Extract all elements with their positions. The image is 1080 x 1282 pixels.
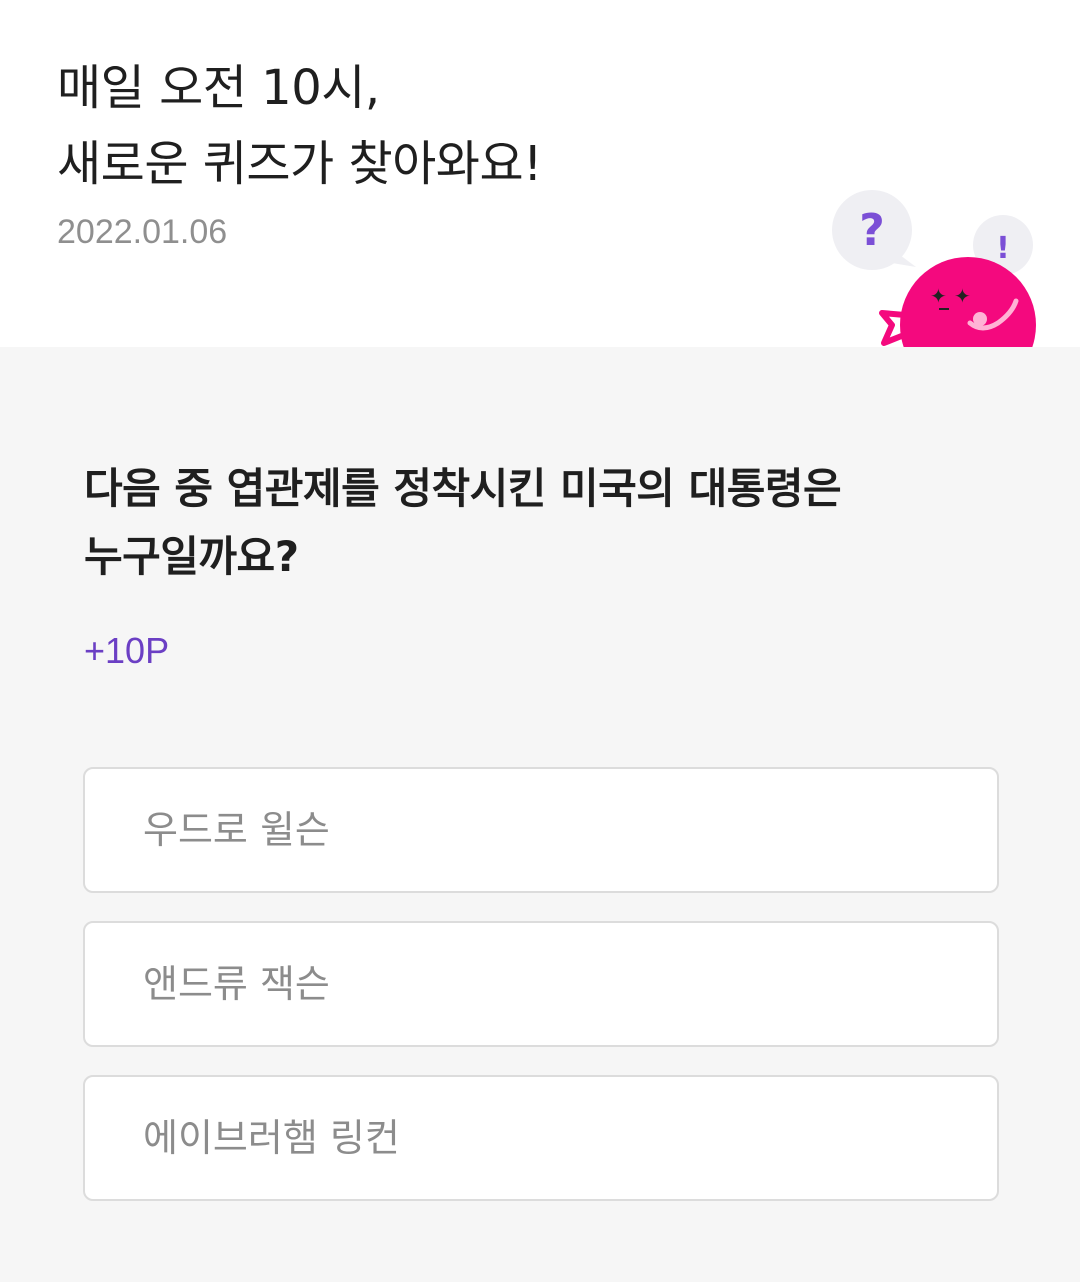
answer-option-label: 에이브러햄 링컨 [143, 1116, 400, 1160]
quiz-body: 다음 중 엽관제를 정착시킨 미국의 대통령은 누구일까요? +10P 우드로 … [0, 347, 1080, 1282]
quiz-question-line-1: 다음 중 엽관제를 정착시킨 미국의 대통령은 [84, 464, 842, 513]
answer-option-label: 우드로 윌슨 [143, 808, 330, 852]
reward-points: +10P [84, 630, 170, 671]
question-mark-text: ? [859, 205, 885, 256]
mascot-hand-palm [973, 312, 987, 326]
quiz-question: 다음 중 엽관제를 정착시킨 미국의 대통령은 누구일까요? [84, 455, 1004, 591]
exclaim-mark-text: ! [996, 231, 1010, 266]
answer-option-label: 앤드류 잭슨 [143, 962, 330, 1006]
headline: 매일 오전 10시, 새로운 퀴즈가 찾아와요! [57, 50, 542, 202]
mascot-eye-left-icon: ✦ [930, 284, 947, 308]
headline-line-2: 새로운 퀴즈가 찾아와요! [57, 136, 542, 192]
quiz-header: 매일 오전 10시, 새로운 퀴즈가 찾아와요! 2022.01.06 ? ! [0, 0, 1080, 347]
question-bubble: ? [832, 190, 916, 270]
mascot-illustration: ? ! ✦ ✦ [820, 185, 1050, 347]
mascot-eye-right-icon: ✦ [954, 284, 971, 308]
headline-line-1: 매일 오전 10시, [57, 60, 380, 116]
answer-option-3[interactable]: 에이브러햄 링컨 [83, 1075, 999, 1201]
quiz-date: 2022.01.06 [57, 213, 228, 251]
answer-option-1[interactable]: 우드로 윌슨 [83, 767, 999, 893]
quiz-question-line-2: 누구일까요? [84, 532, 299, 581]
answer-option-2[interactable]: 앤드류 잭슨 [83, 921, 999, 1047]
